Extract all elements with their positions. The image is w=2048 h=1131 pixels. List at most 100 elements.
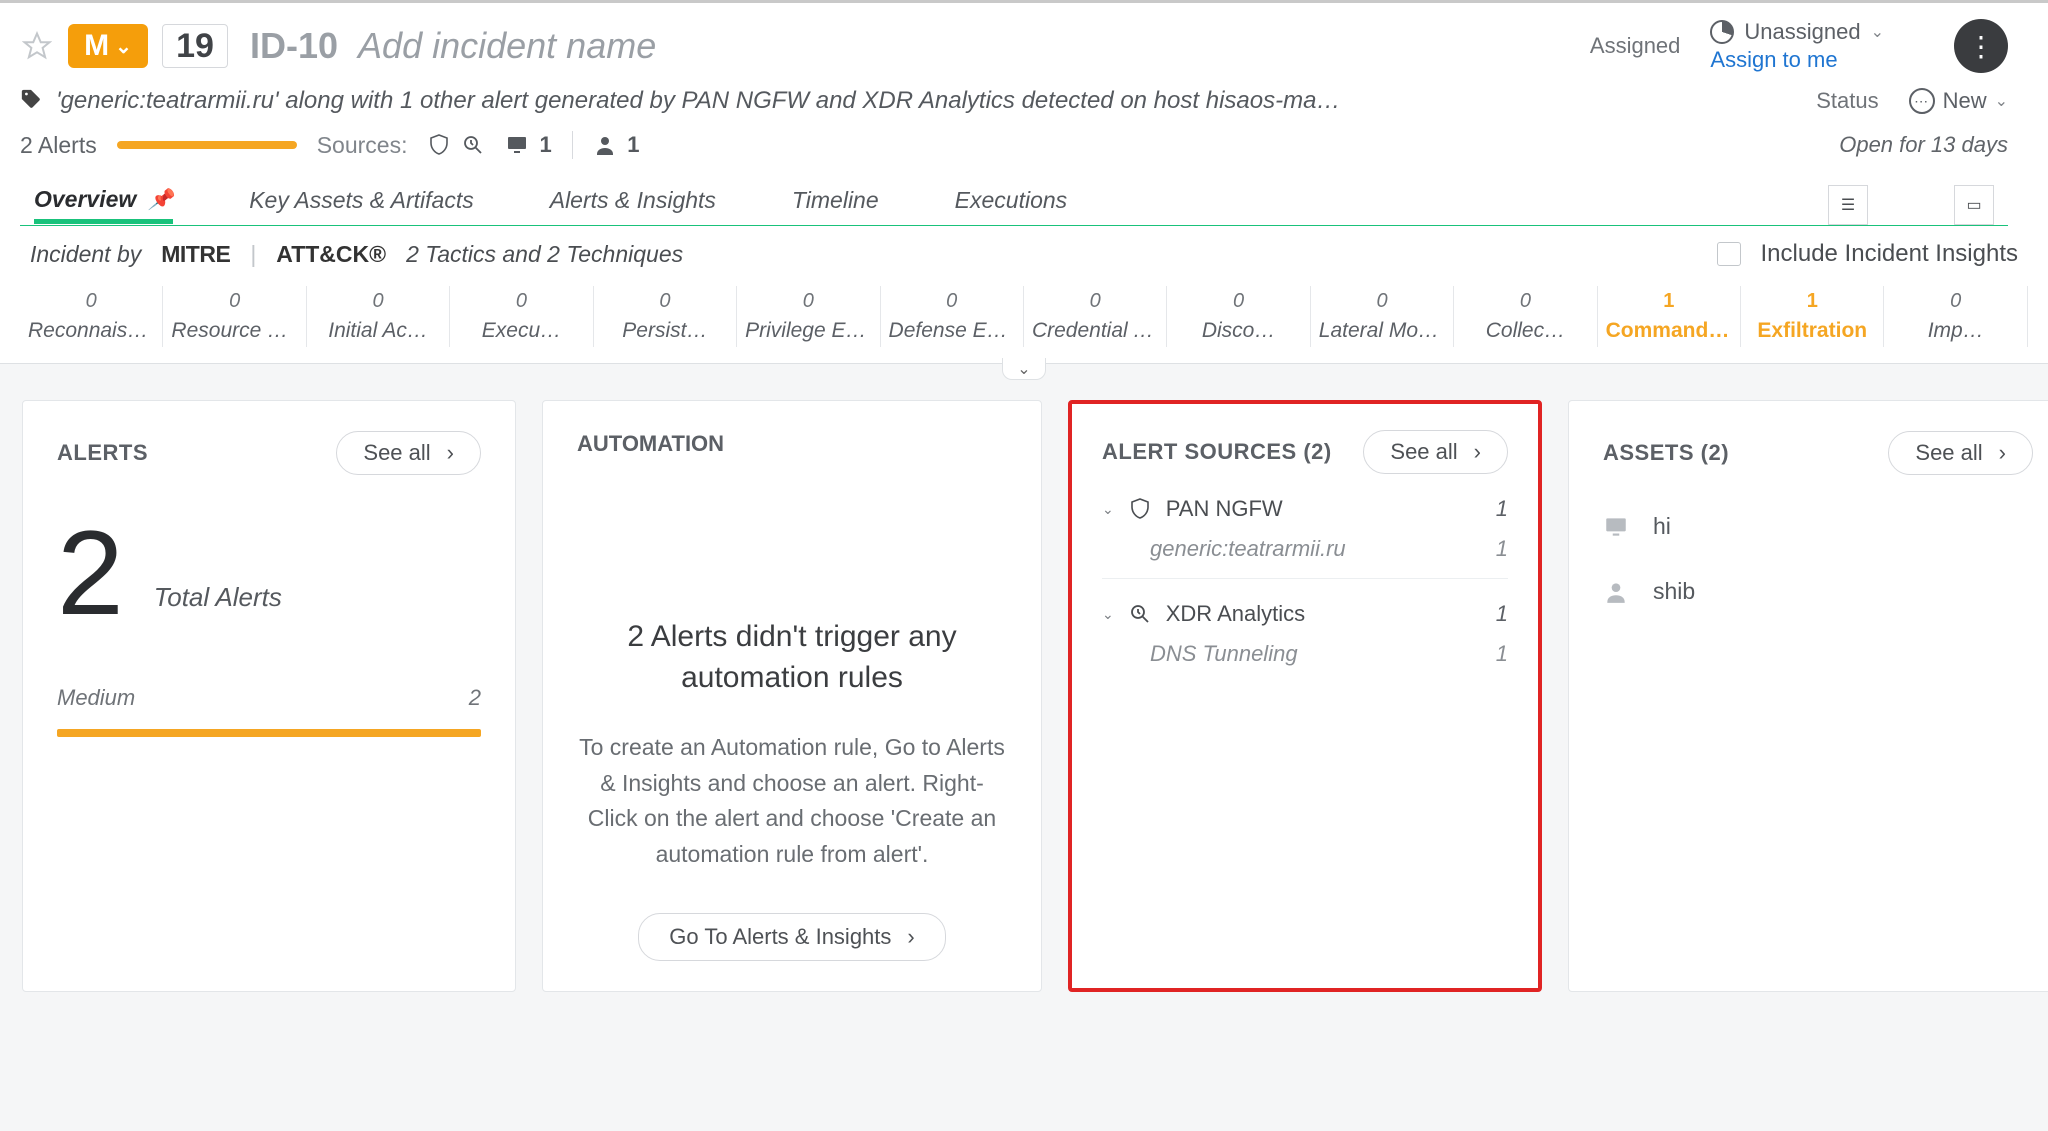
source-group-pan[interactable]: ⌄ PAN NGFW 1 — [1102, 496, 1508, 522]
tactic-cell[interactable]: 0Imp… — [1884, 286, 2027, 347]
user-icon — [1603, 579, 1629, 605]
comment-button[interactable]: ▭ — [1954, 185, 1994, 225]
tactic-cell[interactable]: 1Command and Control — [1598, 286, 1741, 347]
asset-host[interactable]: hi — [1603, 513, 2033, 540]
mitre-stats: 2 Tactics and 2 Techniques — [406, 241, 683, 268]
alerts-count: 2 Alerts — [20, 132, 97, 159]
cards-row: ALERTS See all› 2 Total Alerts Medium 2 … — [0, 364, 2048, 1014]
tactic-cell[interactable]: 0Execu… — [450, 286, 593, 347]
tactic-cell[interactable]: 0Credential A… — [1024, 286, 1167, 347]
layout-button[interactable]: ☰ — [1828, 185, 1868, 225]
tactic-cell[interactable]: 0Disco… — [1167, 286, 1310, 347]
chevron-down-icon: ⌄ — [1102, 501, 1114, 518]
severity-chip[interactable]: M ⌄ — [68, 24, 148, 68]
assets-card: ASSETS (2) See all› hi shib — [1568, 400, 2048, 992]
status-dropdown[interactable]: ⋯ New ⌄ — [1909, 88, 2008, 114]
tactic-cell[interactable]: 0Persist… — [594, 286, 737, 347]
source-item[interactable]: generic:teatrarmii.ru 1 — [1102, 522, 1508, 579]
tab-key-assets[interactable]: Key Assets & Artifacts — [249, 187, 474, 224]
incident-score: 19 — [162, 24, 228, 68]
go-to-alerts-button[interactable]: Go To Alerts & Insights› — [638, 913, 945, 961]
open-duration: Open for 13 days — [1839, 132, 2008, 158]
status-icon: ⋯ — [1909, 88, 1935, 114]
chevron-right-icon: › — [1474, 439, 1481, 465]
tab-bar: Overview📌 Key Assets & Artifacts Alerts … — [20, 159, 2008, 226]
sources-label: Sources: — [317, 132, 408, 159]
tactic-cell[interactable]: 0Resource Develo… — [163, 286, 306, 347]
shield-icon — [1128, 497, 1152, 521]
asset-user[interactable]: shib — [1603, 578, 2033, 605]
tactic-cell[interactable]: 0Privilege Escal… — [737, 286, 880, 347]
severity-medium-label: Medium — [57, 685, 135, 711]
chevron-right-icon: › — [907, 924, 914, 950]
chevron-down-icon: ⌄ — [115, 34, 132, 59]
incident-name-input[interactable]: Add incident name — [358, 25, 656, 67]
source-item[interactable]: DNS Tunneling 1 — [1102, 627, 1508, 683]
severity-medium-count: 2 — [469, 685, 481, 711]
tactic-cell[interactable]: 0Initial Ac… — [307, 286, 450, 347]
analytics-icon — [1128, 602, 1152, 626]
divider — [572, 131, 574, 159]
chevron-right-icon: › — [1999, 440, 2006, 466]
more-menu-button[interactable]: ⋮ — [1954, 19, 2008, 73]
automation-card: AUTOMATION 2 Alerts didn't trigger any a… — [542, 400, 1042, 992]
assign-to-me-link[interactable]: Assign to me — [1710, 47, 1837, 73]
monitor-icon — [505, 133, 529, 157]
incident-id: ID-10 — [250, 25, 338, 67]
include-insights-label: Include Incident Insights — [1761, 240, 2019, 268]
severity-bar — [117, 141, 297, 149]
include-insights-checkbox[interactable] — [1717, 242, 1741, 266]
total-alerts-label: Total Alerts — [154, 582, 282, 613]
mitre-tactics-strip: 0Reconnaiss…0Resource Develo…0Initial Ac… — [0, 280, 2048, 364]
collapse-toggle[interactable]: ⌄ — [1002, 358, 1046, 380]
tab-alerts-insights[interactable]: Alerts & Insights — [550, 187, 716, 224]
chevron-down-icon: ⌄ — [1871, 22, 1884, 42]
tactic-cell[interactable]: 0Lateral Move… — [1311, 286, 1454, 347]
alert-sources-title: ALERT SOURCES (2) — [1102, 439, 1332, 465]
avatar-icon — [1710, 20, 1734, 44]
hosts-count[interactable]: 1 — [505, 132, 551, 158]
mitre-prefix: Incident by — [30, 241, 141, 268]
assignee-dropdown[interactable]: Unassigned ⌄ — [1710, 19, 1884, 45]
assets-card-title: ASSETS (2) — [1603, 440, 1729, 466]
alerts-card-title: ALERTS — [57, 440, 148, 466]
analytics-icon — [461, 133, 485, 157]
alerts-card: ALERTS See all› 2 Total Alerts Medium 2 — [22, 400, 516, 992]
tactic-cell[interactable]: 0Collec… — [1454, 286, 1597, 347]
incident-header: M ⌄ 19 ID-10 Add incident name Assigned … — [0, 0, 2048, 226]
tactic-cell[interactable]: 1Exfiltration — [1741, 286, 1884, 347]
chevron-down-icon: ⌄ — [1102, 606, 1114, 623]
assets-see-all-button[interactable]: See all› — [1888, 431, 2033, 475]
mitre-header: Incident by MITRE | ATT&CK® 2 Tactics an… — [0, 226, 2048, 280]
chevron-right-icon: › — [447, 440, 454, 466]
source-icons — [427, 133, 485, 157]
tab-overview[interactable]: Overview📌 — [34, 186, 173, 224]
monitor-icon — [1603, 514, 1629, 540]
mitre-logo: MITRE — [161, 241, 230, 268]
tactic-cell[interactable]: 0Defense Ev… — [881, 286, 1024, 347]
source-group-xdr[interactable]: ⌄ XDR Analytics 1 — [1102, 601, 1508, 627]
severity-letter: M — [84, 29, 109, 63]
shield-icon — [427, 133, 451, 157]
alert-sources-see-all-button[interactable]: See all› — [1363, 430, 1508, 474]
status-label: Status — [1816, 88, 1878, 114]
users-count[interactable]: 1 — [593, 132, 639, 158]
severity-medium-bar — [57, 729, 481, 737]
alerts-see-all-button[interactable]: See all› — [336, 431, 481, 475]
total-alerts-number: 2 — [57, 525, 124, 621]
automation-card-title: AUTOMATION — [577, 431, 1007, 457]
tag-icon — [20, 88, 42, 115]
tab-executions[interactable]: Executions — [955, 187, 1068, 224]
alert-sources-card: ALERT SOURCES (2) See all› ⌄ PAN NGFW 1 … — [1068, 400, 1542, 992]
automation-headline: 2 Alerts didn't trigger any automation r… — [577, 617, 1007, 698]
attck-logo: ATT&CK® — [276, 241, 386, 268]
tab-timeline[interactable]: Timeline — [792, 187, 879, 224]
incident-description: 'generic:teatrarmii.ru' along with 1 oth… — [56, 87, 1340, 115]
chevron-down-icon: ⌄ — [1995, 91, 2008, 111]
star-icon[interactable] — [20, 29, 54, 63]
tactic-cell[interactable]: 0Reconnaiss… — [20, 286, 163, 347]
pin-icon[interactable]: 📌 — [148, 187, 173, 212]
assigned-label: Assigned — [1590, 33, 1681, 59]
user-icon — [593, 133, 617, 157]
automation-help: To create an Automation rule, Go to Aler… — [577, 730, 1007, 873]
